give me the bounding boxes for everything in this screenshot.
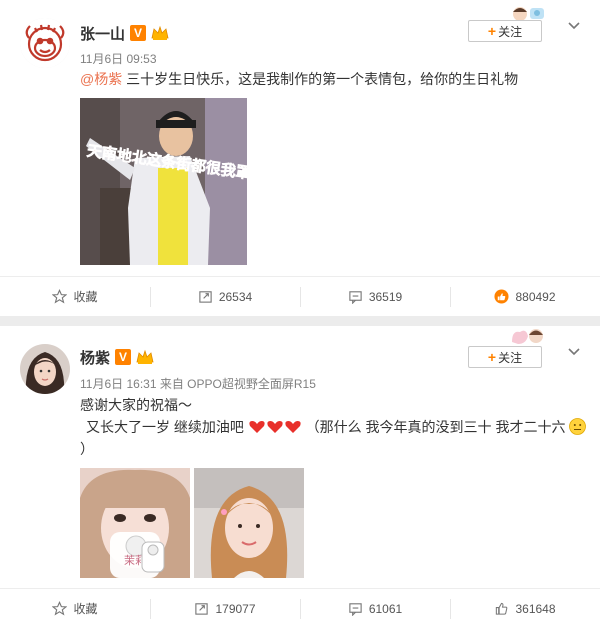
verified-v-icon: V [115,349,132,365]
post-line-2-text: 又长大了一岁 继续加油吧 [86,419,244,435]
comment-count: 36519 [368,289,403,304]
author-row: 张一山 V [80,22,169,44]
post-time: 11月6日 09:53 [80,52,157,66]
verified-v-icon: V [130,25,147,41]
avatar-yangzi[interactable] [20,344,70,394]
decoration-icon [513,7,544,21]
selfie-photo-2 [194,468,304,578]
post-source[interactable]: 来自 OPPO超视野全面屏R15 [160,377,316,391]
author-name[interactable]: 张一山 [80,23,125,44]
post-body: 三十岁生日快乐，这是我制作的第一个表情包，给你的生日礼物 [126,71,519,87]
like-count: 880492 [515,289,556,304]
comment-button[interactable]: 36519 [300,277,450,316]
chevron-down-icon[interactable] [566,344,582,360]
favorite-button[interactable]: 收藏 [0,589,150,622]
repost-button[interactable]: 179077 [150,589,300,622]
photo-1[interactable]: 茉莉 [80,468,190,578]
post-line-3: ） [80,441,94,457]
action-bar: 收藏 26534 36519 880492 [0,276,600,316]
mention-link[interactable]: @杨紫 [80,71,122,87]
repost-count: 179077 [215,601,256,616]
author-name[interactable]: 杨紫 [80,347,110,368]
plus-icon: + [487,349,497,365]
awkward-smile-emoji-icon [569,418,587,435]
avatar-monkey[interactable] [20,18,70,68]
star-icon [52,601,68,616]
like-count: 361648 [515,601,556,616]
comment-count: 61061 [368,601,403,616]
post-separator [0,316,600,326]
post-line-1: 感谢大家的祝福～ [80,397,192,413]
follow-label: 关注 [498,350,523,365]
repost-icon [199,291,212,303]
weibo-post-1: 张一山 V 11月6日 09:53 + 关注 @杨紫 三十岁生日快乐，这是我制作… [0,0,600,316]
comment-button[interactable]: 61061 [300,589,450,622]
selfie-photo-1: 茉莉 [80,468,190,578]
action-bar: 收藏 179077 61061 361648 [0,588,600,622]
favorite-label: 收藏 [73,290,98,304]
hearts-emoji-icon [249,421,301,433]
author-row: 杨紫 V [80,346,154,368]
follow-button[interactable]: + 关注 [468,346,542,368]
follow-button[interactable]: + 关注 [468,20,542,42]
favorite-label: 收藏 [73,602,98,616]
portrait-avatar [20,344,70,394]
vip-crown-icon [136,349,154,364]
weibo-post-2: 杨紫 V 11月6日 16:31 来自 OPPO超视野全面屏R15 + 关注 感… [0,326,600,622]
meme-image[interactable]: 天南地北这条街都很我罩 [80,98,247,265]
plus-icon: + [487,23,497,39]
star-icon [52,289,68,304]
comment-icon [349,603,362,616]
decoration-icon [512,329,543,344]
post-line-2: 又长大了一岁 继续加油吧 （那什么 我今年真的没到三十 我才二十六 [86,416,587,438]
repost-count: 26534 [218,289,253,304]
like-button[interactable]: 361648 [450,589,600,622]
repost-button[interactable]: 26534 [150,277,300,316]
follow-label: 关注 [498,24,523,39]
like-button[interactable]: 880492 [450,277,600,316]
chevron-down-icon[interactable] [566,18,582,34]
post-time: 11月6日 16:31 [80,377,157,391]
vip-crown-icon [151,25,169,40]
photo-2[interactable] [194,468,304,578]
repost-icon [195,603,209,615]
post-meta: 11月6日 16:31 来自 OPPO超视野全面屏R15 [80,375,316,392]
meme-picture: 天南地北这条街都很我罩 [80,98,247,265]
post-text: @杨紫 三十岁生日快乐，这是我制作的第一个表情包，给你的生日礼物 [80,68,518,90]
thumbs-up-icon [496,602,508,615]
monkey-avatar-icon [20,18,70,68]
favorite-button[interactable]: 收藏 [0,277,150,316]
post-line-2-tail: （那什么 我今年真的没到三十 我才二十六 [305,419,566,435]
thumbs-up-icon [494,289,509,304]
comment-icon [349,291,362,304]
